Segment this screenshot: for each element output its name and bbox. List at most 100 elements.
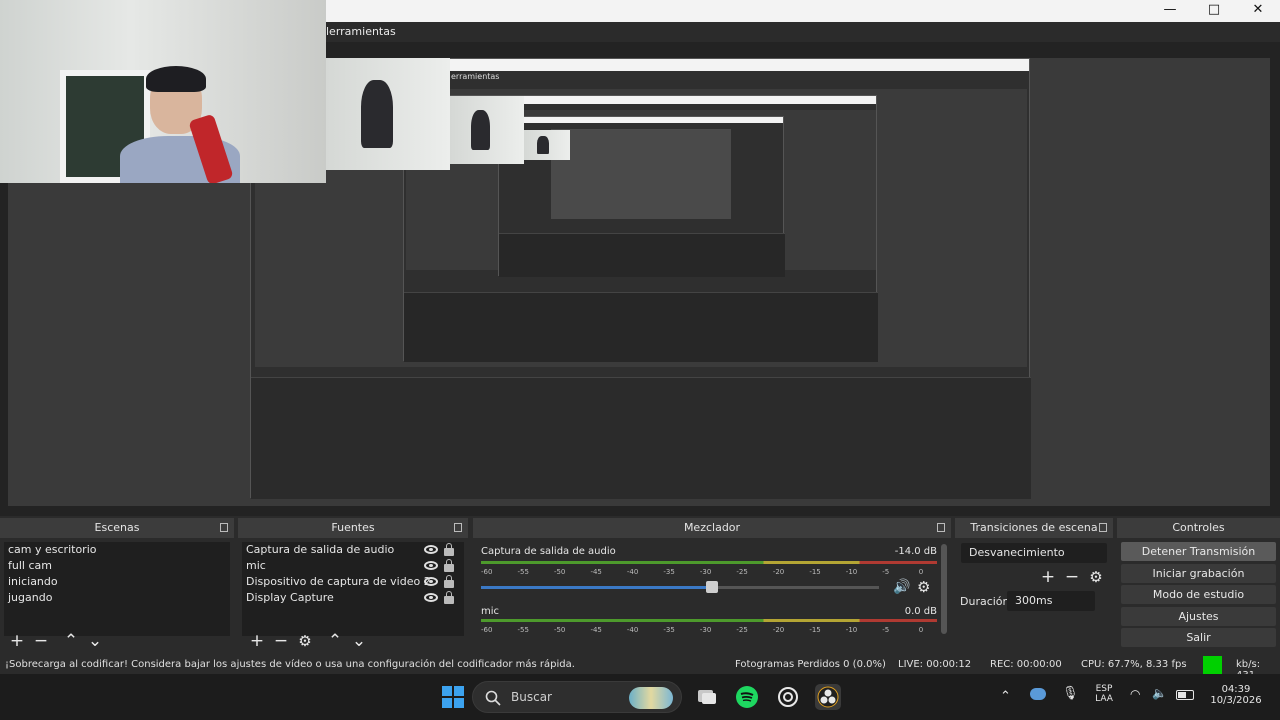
exit-button[interactable]: Salir bbox=[1121, 628, 1276, 647]
volume-fader[interactable] bbox=[481, 581, 879, 593]
add-icon[interactable]: + bbox=[8, 632, 26, 650]
float-icon[interactable] bbox=[1099, 523, 1107, 532]
channel-name: mic bbox=[481, 606, 500, 617]
maximize-button[interactable]: □ bbox=[1192, 0, 1236, 22]
status-bar: ¡Sobrecarga al codificar! Considera baja… bbox=[0, 656, 1280, 681]
rec-timer: REC: 00:00:00 bbox=[990, 659, 1062, 670]
scenes-header: Escenas bbox=[0, 518, 234, 538]
meter-tick-label: -40 bbox=[626, 626, 639, 634]
source-item[interactable]: Captura de salida de audio bbox=[242, 542, 464, 558]
channel-db: -14.0 dB bbox=[894, 546, 937, 557]
visibility-eye-icon[interactable] bbox=[424, 545, 438, 554]
chevron-up-icon[interactable]: ⌃ bbox=[1000, 689, 1011, 704]
remove-icon[interactable]: − bbox=[1063, 568, 1081, 586]
meter-tick-label: -55 bbox=[517, 626, 529, 634]
language-indicator[interactable]: ESP LAA bbox=[1092, 684, 1116, 704]
live-timer: LIVE: 00:00:12 bbox=[898, 659, 972, 670]
float-icon[interactable] bbox=[937, 523, 945, 532]
meter-tick-label: -35 bbox=[663, 626, 675, 634]
sources-list: Captura de salida de audio mic Dispositi… bbox=[242, 542, 464, 636]
close-button[interactable]: ✕ bbox=[1236, 0, 1280, 22]
float-icon[interactable] bbox=[454, 523, 462, 532]
fader-knob[interactable] bbox=[705, 581, 718, 593]
speaker-icon[interactable]: 🔊 bbox=[893, 579, 910, 595]
fader-fill bbox=[481, 586, 712, 589]
gear-icon[interactable]: ⚙ bbox=[1087, 568, 1105, 586]
meter-tick-label: -10 bbox=[845, 568, 858, 576]
remove-icon[interactable]: − bbox=[272, 632, 290, 650]
lock-icon[interactable] bbox=[444, 575, 454, 588]
float-icon[interactable] bbox=[220, 523, 228, 532]
remove-icon[interactable]: − bbox=[32, 632, 50, 650]
webcam-tile bbox=[450, 96, 524, 164]
lock-icon[interactable] bbox=[444, 591, 454, 604]
channel-name: Captura de salida de audio bbox=[481, 546, 616, 557]
transition-select[interactable]: Desvanecimiento bbox=[961, 543, 1107, 563]
studio-mode-button[interactable]: Modo de estudio bbox=[1121, 585, 1276, 604]
visibility-eye-icon[interactable] bbox=[424, 593, 438, 602]
channel-db: 0.0 dB bbox=[904, 606, 937, 617]
move-down-icon[interactable]: ⌄ bbox=[86, 632, 104, 650]
controls-header: Controles bbox=[1117, 518, 1280, 538]
sources-dock: Fuentes Captura de salida de audio mic D… bbox=[238, 518, 468, 656]
meter-tick-label: -60 bbox=[481, 568, 493, 576]
speaker-icon[interactable]: 🔈 bbox=[1152, 686, 1167, 700]
source-item[interactable]: mic bbox=[242, 558, 464, 574]
mixer-scrollbar[interactable] bbox=[941, 544, 947, 634]
lock-icon[interactable] bbox=[444, 543, 454, 556]
meter-tick-label: -55 bbox=[517, 568, 529, 576]
windows-start-icon[interactable] bbox=[440, 684, 466, 710]
wifi-icon[interactable]: ◠ bbox=[1130, 687, 1140, 701]
visibility-eye-icon[interactable] bbox=[424, 577, 438, 586]
scene-item[interactable]: full cam bbox=[4, 558, 230, 574]
taskbar-search[interactable]: Buscar bbox=[472, 681, 682, 713]
scene-item[interactable]: jugando bbox=[4, 590, 230, 606]
nested-docks bbox=[251, 377, 1031, 499]
stop-streaming-button[interactable]: Detener Transmisión bbox=[1121, 542, 1276, 561]
add-icon[interactable]: + bbox=[1039, 568, 1057, 586]
minimize-button[interactable]: — bbox=[1148, 0, 1192, 22]
gear-icon[interactable]: ⚙ bbox=[917, 579, 933, 595]
start-recording-button[interactable]: Iniciar grabación bbox=[1121, 564, 1276, 583]
scene-item[interactable]: cam y escritorio bbox=[4, 542, 230, 558]
mixer-channel: mic 0.0 dB -60 -55 -50 -45 -40 -35 -30 -25 -20 -1… bbox=[481, 606, 937, 654]
visibility-eye-icon[interactable] bbox=[424, 561, 438, 570]
lock-icon[interactable] bbox=[444, 559, 454, 572]
move-up-icon[interactable]: ⌃ bbox=[326, 632, 344, 650]
chatgpt-icon[interactable] bbox=[775, 684, 801, 710]
meter-ticks: -60 -55 -50 -45 -40 -35 -30 -25 -20 -15 -10 -5 0 bbox=[481, 626, 937, 636]
encoder-warning: ¡Sobrecarga al codificar! Considera baja… bbox=[5, 659, 575, 670]
menu-herramientas[interactable]: lerramientas bbox=[326, 25, 396, 38]
meter-tick-label: -5 bbox=[882, 626, 890, 634]
source-item[interactable]: Dispositivo de captura de video 2 bbox=[242, 574, 464, 590]
task-view-icon[interactable] bbox=[694, 684, 720, 710]
add-icon[interactable]: + bbox=[248, 632, 266, 650]
move-up-icon[interactable]: ⌃ bbox=[62, 632, 80, 650]
transitions-header: Transiciones de escena bbox=[955, 518, 1113, 538]
obs-icon[interactable] bbox=[815, 684, 841, 710]
move-down-icon[interactable]: ⌄ bbox=[350, 632, 368, 650]
webcam-tile bbox=[524, 130, 570, 160]
volume-meter bbox=[481, 561, 937, 564]
cloud-icon[interactable] bbox=[1030, 688, 1046, 700]
meter-tick-label: -60 bbox=[481, 626, 493, 634]
meter-tick-label: -20 bbox=[772, 626, 785, 634]
gear-icon[interactable]: ⚙ bbox=[296, 632, 314, 650]
spotify-icon[interactable] bbox=[734, 684, 760, 710]
meter-tick-label: -45 bbox=[590, 626, 602, 634]
mixer-channel: Captura de salida de audio -14.0 dB -60 -… bbox=[481, 546, 937, 606]
microphone-icon[interactable]: 🎙 bbox=[1062, 686, 1079, 701]
source-item[interactable]: Display Capture bbox=[242, 590, 464, 606]
battery-icon[interactable] bbox=[1176, 690, 1194, 700]
scene-item[interactable]: iniciando bbox=[4, 574, 230, 590]
settings-button[interactable]: Ajustes bbox=[1121, 607, 1276, 626]
clock[interactable]: 04:39 10/3/2026 bbox=[1206, 684, 1266, 706]
meter-tick-label: -5 bbox=[882, 568, 890, 576]
search-icon bbox=[485, 690, 501, 706]
person bbox=[120, 66, 240, 183]
scenes-dock: Escenas cam y escritorio full cam inicia… bbox=[0, 518, 234, 656]
volume-meter bbox=[481, 619, 937, 622]
taskbar: Buscar ⌃ 🎙 ESP LAA ◠ 🔈 04:39 10/3/2026 bbox=[0, 674, 1280, 720]
duration-input[interactable]: 300ms bbox=[1007, 591, 1095, 611]
mixer-dock: Mezclador Captura de salida de audio -14… bbox=[473, 518, 951, 656]
